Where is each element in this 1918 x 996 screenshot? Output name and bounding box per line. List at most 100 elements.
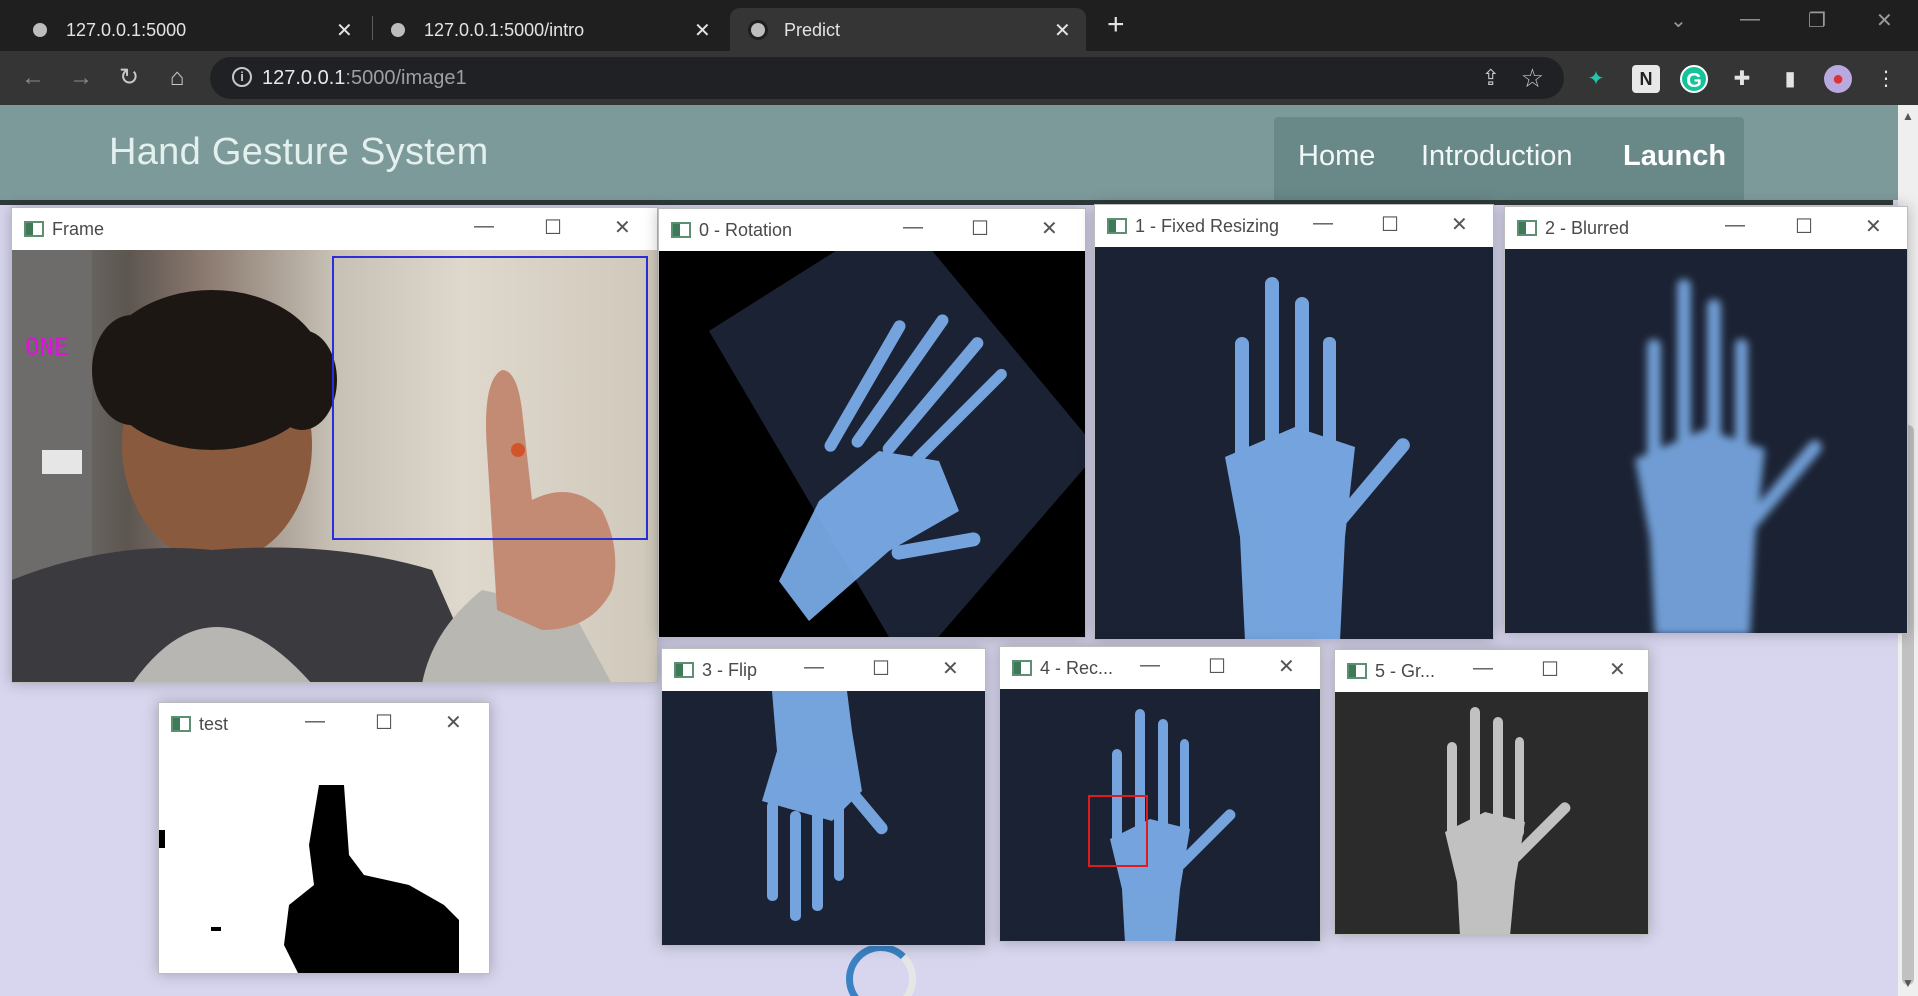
minimize-icon[interactable]: — bbox=[1725, 214, 1745, 237]
window-title: 0 - Rotation bbox=[699, 220, 793, 240]
grammarly-icon[interactable]: G bbox=[1680, 65, 1708, 93]
binary-hand-mask bbox=[159, 785, 459, 973]
close-icon[interactable]: ✕ bbox=[942, 656, 959, 681]
globe-icon bbox=[30, 20, 50, 40]
window-title: 5 - Gr... bbox=[1375, 661, 1436, 681]
flipped-xray bbox=[662, 691, 985, 945]
maximize-icon[interactable]: ☐ bbox=[1541, 657, 1559, 682]
window-grayscale[interactable]: 5 - Gr... — ☐ ✕ bbox=[1334, 649, 1649, 935]
scroll-up-icon[interactable]: ▲ bbox=[1902, 109, 1914, 123]
window-titlebar[interactable]: 2 - Blurred — ☐ ✕ bbox=[1505, 207, 1907, 249]
opencv-window-icon bbox=[24, 221, 44, 237]
window-rotation[interactable]: 0 - Rotation — ☐ ✕ bbox=[658, 208, 1086, 638]
opencv-window-icon bbox=[1012, 660, 1032, 676]
window-title: 1 - Fixed Resizing bbox=[1135, 216, 1280, 236]
extensions-puzzle-icon[interactable]: ✚ bbox=[1728, 65, 1756, 93]
window-title: test bbox=[199, 714, 229, 734]
tab-home[interactable]: 127.0.0.1:5000 ✕ bbox=[0, 8, 362, 51]
window-test[interactable]: test — ☐ ✕ bbox=[158, 702, 490, 974]
close-icon[interactable]: ✕ bbox=[445, 710, 462, 735]
nav-launch[interactable]: Launch bbox=[1623, 140, 1726, 173]
close-icon[interactable]: ✕ bbox=[1278, 654, 1295, 679]
close-icon[interactable]: ✕ bbox=[1865, 214, 1882, 239]
nav-introduction[interactable]: Introduction bbox=[1421, 140, 1573, 173]
window-title: 2 - Blurred bbox=[1545, 218, 1630, 238]
maximize-icon[interactable]: ☐ bbox=[971, 216, 989, 241]
grayscale-xray bbox=[1335, 692, 1648, 934]
notion-icon[interactable]: N bbox=[1632, 65, 1660, 93]
forward-icon[interactable]: → bbox=[66, 63, 96, 93]
xray-hand-blurred bbox=[1635, 279, 1822, 633]
maximize-icon[interactable]: ☐ bbox=[1381, 212, 1399, 237]
maximize-icon[interactable]: ☐ bbox=[375, 710, 393, 735]
scroll-down-icon[interactable]: ▼ bbox=[1902, 976, 1914, 990]
tab-search-icon[interactable]: ⌄ bbox=[1670, 8, 1687, 33]
close-tab-icon[interactable]: ✕ bbox=[336, 18, 353, 43]
nav-links: Home Introduction Launch bbox=[1274, 117, 1744, 200]
window-titlebar[interactable]: 5 - Gr... — ☐ ✕ bbox=[1335, 650, 1648, 692]
menu-icon[interactable]: ⋮ bbox=[1872, 65, 1900, 93]
brand-title[interactable]: Hand Gesture System bbox=[109, 131, 489, 174]
close-icon[interactable]: ✕ bbox=[1041, 216, 1058, 241]
minimize-icon[interactable]: — bbox=[1740, 8, 1760, 31]
webcam-feed: ONE bbox=[12, 250, 657, 682]
maximize-icon[interactable]: ☐ bbox=[872, 656, 890, 681]
xray-hand-rectangle bbox=[1088, 709, 1236, 941]
address-bar[interactable]: i 127.0.0.1:5000/image1 ⇪ ☆ bbox=[210, 57, 1564, 99]
maximize-icon[interactable]: ☐ bbox=[1208, 654, 1226, 679]
window-titlebar[interactable]: 3 - Flip — ☐ ✕ bbox=[662, 649, 985, 691]
site-info-icon[interactable]: i bbox=[232, 67, 252, 87]
window-title: 4 - Rec... bbox=[1040, 658, 1114, 678]
maximize-icon[interactable]: ☐ bbox=[544, 215, 562, 240]
minimize-icon[interactable]: — bbox=[474, 215, 494, 238]
nav-home[interactable]: Home bbox=[1298, 140, 1375, 173]
xray-hand-grayscale bbox=[1445, 707, 1571, 934]
window-titlebar[interactable]: 4 - Rec... — ☐ ✕ bbox=[1000, 647, 1320, 689]
share-icon[interactable]: ⇪ bbox=[1482, 65, 1500, 91]
window-flip[interactable]: 3 - Flip — ☐ ✕ bbox=[661, 648, 986, 946]
resized-xray bbox=[1095, 247, 1493, 639]
window-fixed-resizing[interactable]: 1 - Fixed Resizing — ☐ ✕ bbox=[1094, 204, 1494, 640]
minimize-icon[interactable]: — bbox=[1140, 654, 1160, 677]
new-tab-icon[interactable]: + bbox=[1107, 10, 1125, 40]
url-text: 127.0.0.1:5000/image1 bbox=[262, 67, 467, 89]
close-icon[interactable]: ✕ bbox=[614, 215, 631, 240]
close-icon[interactable]: ✕ bbox=[1609, 657, 1626, 682]
tab-predict[interactable]: Predict ✕ bbox=[730, 8, 1086, 51]
window-titlebar[interactable]: 0 - Rotation — ☐ ✕ bbox=[659, 209, 1085, 251]
window-title: Frame bbox=[52, 219, 105, 239]
tab-intro[interactable]: 127.0.0.1:5000/intro ✕ bbox=[358, 8, 720, 51]
close-icon[interactable]: ✕ bbox=[1451, 212, 1468, 237]
site-navbar: Hand Gesture System Home Introduction La… bbox=[0, 105, 1898, 200]
restore-icon[interactable]: ❐ bbox=[1808, 8, 1826, 33]
window-title: 3 - Flip bbox=[702, 660, 758, 680]
opencv-window-icon bbox=[671, 222, 691, 238]
opencv-window-icon bbox=[1347, 663, 1367, 679]
bookmark-star-icon[interactable]: ☆ bbox=[1521, 63, 1544, 94]
window-rec[interactable]: 4 - Rec... — ☐ ✕ bbox=[999, 646, 1321, 942]
home-icon[interactable]: ⌂ bbox=[162, 63, 192, 93]
maximize-icon[interactable]: ☐ bbox=[1795, 214, 1813, 239]
xray-hand-resized bbox=[1225, 277, 1410, 639]
close-tab-icon[interactable]: ✕ bbox=[694, 18, 711, 43]
window-titlebar[interactable]: 1 - Fixed Resizing — ☐ ✕ bbox=[1095, 205, 1493, 247]
browser-toolbar: ← → ↻ ⌂ i 127.0.0.1:5000/image1 ⇪ ☆ ✦ N … bbox=[0, 51, 1918, 105]
close-tab-icon[interactable]: ✕ bbox=[1054, 18, 1071, 43]
window-blurred[interactable]: 2 - Blurred — ☐ ✕ bbox=[1504, 206, 1908, 634]
window-frame[interactable]: Frame — ☐ ✕ ONE bbox=[11, 207, 658, 683]
minimize-icon[interactable]: — bbox=[804, 656, 824, 679]
webcam-image: ONE bbox=[12, 250, 648, 682]
minimize-icon[interactable]: — bbox=[1313, 212, 1333, 235]
window-titlebar[interactable]: test — ☐ ✕ bbox=[159, 703, 489, 745]
window-titlebar[interactable]: Frame — ☐ ✕ bbox=[12, 208, 657, 250]
back-icon[interactable]: ← bbox=[18, 63, 48, 93]
reload-icon[interactable]: ↻ bbox=[114, 63, 144, 93]
extension-leaf-icon[interactable]: ✦ bbox=[1582, 65, 1610, 93]
minimize-icon[interactable]: — bbox=[1473, 657, 1493, 680]
side-panel-icon[interactable]: ▮ bbox=[1776, 65, 1804, 93]
minimize-icon[interactable]: — bbox=[305, 710, 325, 733]
minimize-icon[interactable]: — bbox=[903, 216, 923, 239]
close-window-icon[interactable]: ✕ bbox=[1876, 8, 1893, 33]
blurred-xray bbox=[1505, 249, 1907, 633]
profile-avatar[interactable]: ● bbox=[1824, 65, 1852, 93]
